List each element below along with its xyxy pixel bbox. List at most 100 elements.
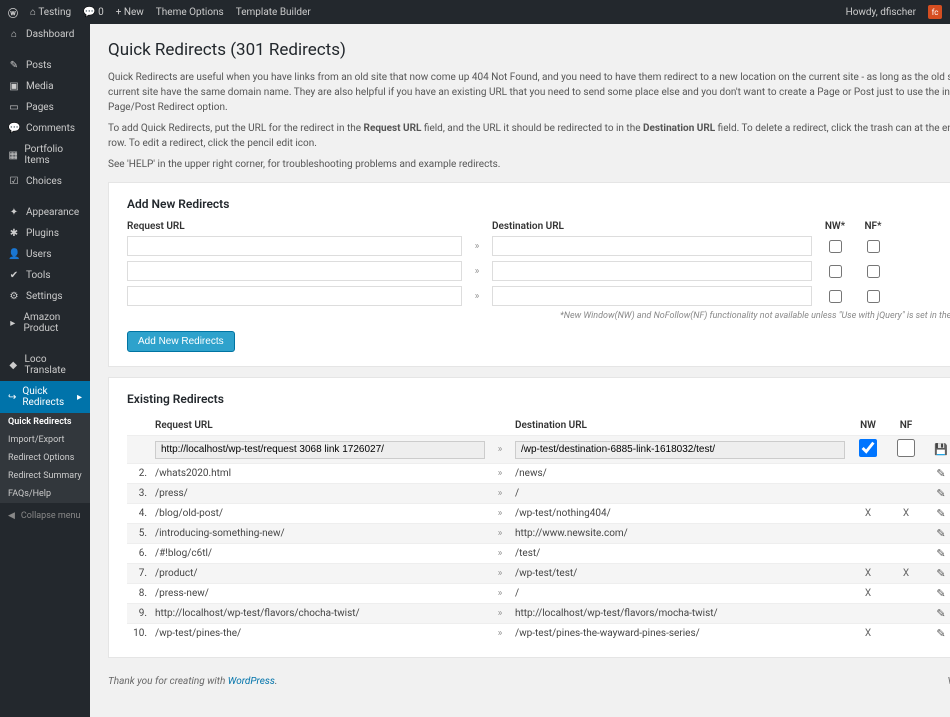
arrow-icon: » bbox=[493, 444, 507, 455]
admin-topbar: ⓦ ⌂ Testing 💬 0 + New Theme Options Temp… bbox=[0, 0, 950, 24]
wordpress-icon[interactable]: ⓦ bbox=[8, 5, 18, 20]
edit-icon[interactable]: ✎ bbox=[936, 627, 945, 640]
nf-checkbox-1[interactable] bbox=[867, 240, 880, 253]
redirect-row: 7./product/»/wp-test/test/XX✎🗑 bbox=[127, 563, 950, 583]
row-request: /introducing-something-new/ bbox=[155, 528, 485, 539]
edit-icon[interactable]: ✎ bbox=[936, 487, 945, 500]
row-request: /press-new/ bbox=[155, 588, 485, 599]
sidebar-item-tools[interactable]: ✔Tools bbox=[0, 265, 90, 286]
row-number: 8. bbox=[127, 588, 147, 599]
sidebar-item-pages[interactable]: ▭Pages bbox=[0, 97, 90, 118]
avatar[interactable]: fc bbox=[928, 5, 942, 19]
menu-label: Settings bbox=[26, 291, 63, 302]
collapse-menu[interactable]: ◀ Collapse menu bbox=[0, 503, 90, 529]
intro-paragraph-3: See 'HELP' in the upper right corner, fo… bbox=[108, 157, 950, 172]
submenu-import-export[interactable]: Import/Export bbox=[0, 431, 90, 449]
request-url-input-2[interactable] bbox=[127, 261, 462, 281]
edit-icon[interactable]: ✎ bbox=[936, 607, 945, 620]
sidebar-item-plugins[interactable]: ✱Plugins bbox=[0, 223, 90, 244]
menu-icon: ▣ bbox=[8, 81, 20, 92]
request-url-label: Request URL bbox=[127, 221, 462, 232]
nf-checkbox-2[interactable] bbox=[867, 265, 880, 278]
site-link[interactable]: ⌂ Testing bbox=[30, 7, 71, 18]
edit-nf-checkbox[interactable] bbox=[891, 439, 921, 457]
sidebar-item-quick-redirects[interactable]: ↪Quick Redirects▸ bbox=[0, 381, 90, 413]
nw-checkbox-3[interactable] bbox=[829, 290, 842, 303]
row-destination: / bbox=[515, 488, 845, 499]
request-url-input-1[interactable] bbox=[127, 236, 462, 256]
edit-icon[interactable]: ✎ bbox=[936, 507, 945, 520]
menu-icon: 👤 bbox=[8, 249, 20, 260]
intro-paragraph-1: Quick Redirects are useful when you have… bbox=[108, 70, 950, 115]
nf-checkbox-3[interactable] bbox=[867, 290, 880, 303]
sidebar-item-loco-translate[interactable]: ◆Loco Translate bbox=[0, 349, 90, 381]
destination-url-input-2[interactable] bbox=[492, 261, 812, 281]
edit-icon[interactable]: ✎ bbox=[936, 547, 945, 560]
add-heading: Add New Redirects bbox=[127, 197, 950, 211]
sidebar-item-amazon-product[interactable]: ▸Amazon Product bbox=[0, 307, 90, 339]
menu-label: Media bbox=[26, 81, 54, 92]
sidebar-item-dashboard[interactable]: ⌂Dashboard bbox=[0, 24, 90, 45]
menu-icon: ☑ bbox=[8, 176, 20, 187]
submenu-redirect-options[interactable]: Redirect Options bbox=[0, 449, 90, 467]
howdy-user[interactable]: Howdy, dfischer bbox=[846, 7, 916, 18]
redirect-row: 4./blog/old-post/»/wp-test/nothing404/XX… bbox=[127, 503, 950, 523]
nw-nf-note: *New Window(NW) and NoFollow(NF) functio… bbox=[127, 311, 950, 321]
nw-checkbox-2[interactable] bbox=[829, 265, 842, 278]
row-destination: /test/ bbox=[515, 548, 845, 559]
row-number: 7. bbox=[127, 568, 147, 579]
row-number: 10. bbox=[127, 628, 147, 639]
destination-url-input-1[interactable] bbox=[492, 236, 812, 256]
edit-request-input[interactable] bbox=[155, 441, 485, 459]
submenu-quick-redirects[interactable]: Quick Redirects bbox=[0, 413, 90, 431]
sidebar-item-settings[interactable]: ⚙Settings bbox=[0, 286, 90, 307]
arrow-icon: » bbox=[493, 488, 507, 499]
menu-icon: 💬 bbox=[8, 123, 20, 134]
edit-icon[interactable]: ✎ bbox=[936, 527, 945, 540]
row-request: /product/ bbox=[155, 568, 485, 579]
menu-icon: ✎ bbox=[8, 60, 20, 71]
sidebar-item-comments[interactable]: 💬Comments bbox=[0, 118, 90, 139]
redirect-row: 8./press-new/»/X✎🗑 bbox=[127, 583, 950, 603]
arrow-icon: » bbox=[493, 608, 507, 619]
template-builder-link[interactable]: Template Builder bbox=[236, 7, 311, 18]
row-request: /whats2020.html bbox=[155, 468, 485, 479]
redirect-row: 3./press/»/✎🗑 bbox=[127, 483, 950, 503]
sidebar-item-portfolio-items[interactable]: ▦Portfolio Items bbox=[0, 139, 90, 171]
row-nw: X bbox=[853, 508, 883, 519]
menu-label: Loco Translate bbox=[25, 354, 83, 376]
sidebar-item-posts[interactable]: ✎Posts bbox=[0, 55, 90, 76]
menu-label: Quick Redirects bbox=[22, 386, 71, 408]
wordpress-link[interactable]: WordPress bbox=[228, 676, 275, 687]
edit-icon[interactable]: ✎ bbox=[936, 567, 945, 580]
row-destination: http://www.newsite.com/ bbox=[515, 528, 845, 539]
edit-nw-checkbox[interactable] bbox=[853, 439, 883, 457]
main-content: Help ▾ Quick Redirects (301 Redirects) Q… bbox=[90, 24, 950, 717]
sidebar-item-choices[interactable]: ☑Choices bbox=[0, 171, 90, 192]
menu-icon: ▸ bbox=[8, 318, 17, 329]
nw-checkbox-1[interactable] bbox=[829, 240, 842, 253]
edit-icon[interactable]: ✎ bbox=[936, 587, 945, 600]
edit-destination-input[interactable] bbox=[515, 441, 845, 459]
admin-sidebar: ⌂Dashboard ✎Posts ▣ Media ▭Pages💬Comments▦Po… bbox=[0, 24, 90, 717]
destination-url-input-3[interactable] bbox=[492, 286, 812, 306]
submenu-faqs-help[interactable]: FAQs/Help bbox=[0, 485, 90, 503]
redirect-row: 9.http://localhost/wp-test/flavors/choch… bbox=[127, 603, 950, 623]
request-url-input-3[interactable] bbox=[127, 286, 462, 306]
theme-options-link[interactable]: Theme Options bbox=[156, 7, 224, 18]
row-nf: X bbox=[891, 508, 921, 519]
submenu-redirect-summary[interactable]: Redirect Summary bbox=[0, 467, 90, 485]
existing-redirects-panel: Existing Redirects Request URL Destinati… bbox=[108, 377, 950, 658]
new-link[interactable]: + New bbox=[116, 7, 144, 18]
menu-icon: ✔ bbox=[8, 270, 20, 281]
page-title: Quick Redirects (301 Redirects) bbox=[108, 40, 950, 60]
sidebar-item-users[interactable]: 👤Users bbox=[0, 244, 90, 265]
sidebar-item-media[interactable]: ▣ Media bbox=[0, 76, 90, 97]
arrow-icon: » bbox=[470, 266, 484, 277]
comments-link[interactable]: 💬 0 bbox=[83, 7, 104, 18]
save-icon[interactable]: 💾 bbox=[934, 443, 948, 456]
edit-icon[interactable]: ✎ bbox=[936, 467, 945, 480]
row-destination: /wp-test/pines-the-wayward-pines-series/ bbox=[515, 628, 845, 639]
sidebar-item-appearance[interactable]: ✦Appearance bbox=[0, 202, 90, 223]
add-new-redirects-button[interactable]: Add New Redirects bbox=[127, 331, 235, 352]
